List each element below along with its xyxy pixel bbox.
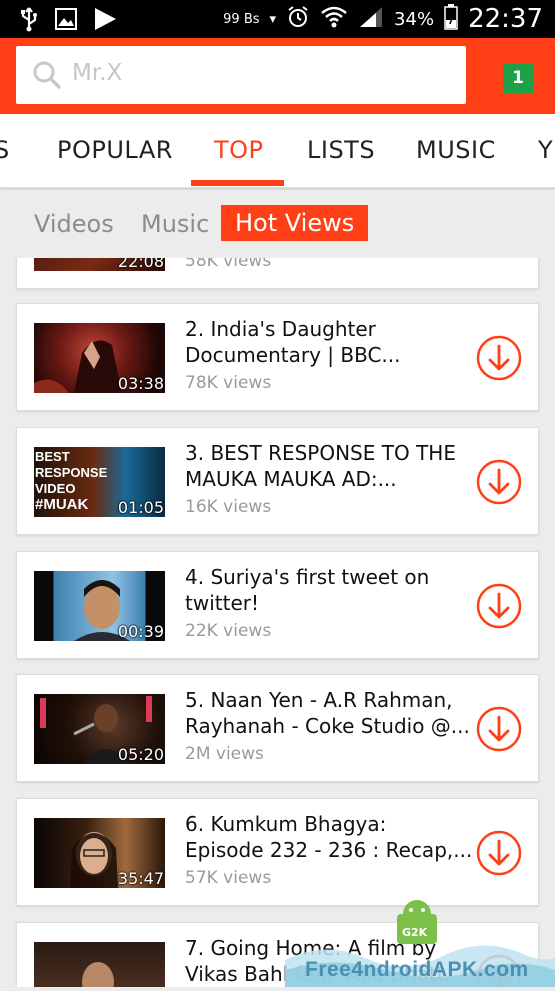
- download-icon[interactable]: [475, 458, 523, 506]
- subtab-videos[interactable]: Videos: [34, 210, 114, 238]
- video-thumbnail[interactable]: 22:08: [34, 258, 165, 271]
- notification-badge[interactable]: 1: [503, 63, 533, 93]
- tab-top[interactable]: TOP: [214, 136, 264, 164]
- video-views: 78K views: [185, 373, 272, 393]
- search-icon: [32, 60, 62, 90]
- video-thumbnail[interactable]: 00:39: [34, 571, 165, 641]
- watermark-badge: G2K: [402, 926, 428, 939]
- download-icon[interactable]: [475, 334, 523, 382]
- dropdown-arrow-icon: ▾: [269, 11, 277, 27]
- video-card[interactable]: BEST RESPONSE VIDEO #MUAK 01:05 3. BEST …: [16, 427, 539, 535]
- wifi-icon: [320, 5, 348, 33]
- tab-lists[interactable]: LISTS: [307, 136, 375, 164]
- video-title[interactable]: 2. India's Daughter Documentary | BBC...: [185, 316, 475, 368]
- video-duration: 00:39: [117, 622, 164, 641]
- video-duration: 01:05: [117, 498, 164, 517]
- battery-percent: 34%: [394, 8, 435, 30]
- video-thumbnail[interactable]: [34, 942, 165, 987]
- usb-icon: [18, 6, 40, 36]
- gallery-icon: [54, 7, 78, 35]
- video-duration: 05:20: [117, 745, 164, 764]
- app-header: Mr.X 1: [0, 38, 555, 114]
- video-title[interactable]: 6. Kumkum Bhagya: Episode 232 - 236 : Re…: [185, 811, 475, 863]
- tab-popular[interactable]: POPULAR: [57, 136, 173, 164]
- play-store-icon: [92, 6, 118, 36]
- video-duration: 35:47: [117, 869, 164, 888]
- alarm-icon: [286, 5, 310, 33]
- tab-partial-left[interactable]: S: [0, 136, 10, 164]
- subtab-music[interactable]: Music: [141, 210, 209, 238]
- network-speed: 99 Bs: [223, 11, 260, 27]
- signal-icon: [358, 5, 384, 33]
- video-thumbnail[interactable]: BEST RESPONSE VIDEO #MUAK 01:05: [34, 447, 165, 517]
- video-views: 58K views: [185, 258, 272, 271]
- video-views: 57K views: [185, 868, 272, 888]
- video-views: 2M views: [185, 744, 264, 764]
- subtab-hot-views[interactable]: Hot Views: [221, 205, 369, 241]
- watermark-text: Free4ndroidAPK.com: [305, 958, 529, 981]
- download-icon[interactable]: [475, 829, 523, 877]
- search-placeholder: Mr.X: [72, 60, 123, 86]
- sub-tabs: Videos Music Hot Views: [0, 190, 555, 258]
- active-tab-indicator: [191, 180, 284, 186]
- video-duration: 22:08: [117, 258, 164, 271]
- category-tabs: S POPULAR TOP LISTS MUSIC Y: [0, 114, 555, 188]
- thumbnail-overlay-text: BEST RESPONSE VIDEO #MUAK: [35, 449, 108, 513]
- tab-partial-right[interactable]: Y: [538, 136, 553, 164]
- video-card[interactable]: 22:08 58K views: [16, 258, 539, 289]
- video-views: 16K views: [185, 497, 272, 517]
- download-icon[interactable]: [475, 582, 523, 630]
- video-title[interactable]: 3. BEST RESPONSE TO THE MAUKA MAUKA AD:.…: [185, 440, 475, 492]
- status-bar: 99 Bs ▾ 34% 22:37: [0, 0, 555, 38]
- download-icon[interactable]: [475, 705, 523, 753]
- video-card[interactable]: 00:39 4. Suriya's first tweet on twitter…: [16, 551, 539, 659]
- video-title[interactable]: 4. Suriya's first tweet on twitter!: [185, 564, 475, 616]
- video-thumbnail[interactable]: 03:38: [34, 323, 165, 393]
- video-duration: 03:38: [117, 374, 164, 393]
- video-card[interactable]: 03:38 2. India's Daughter Documentary | …: [16, 303, 539, 411]
- search-input[interactable]: Mr.X: [16, 46, 466, 104]
- video-thumbnail[interactable]: 35:47: [34, 818, 165, 888]
- battery-icon: [444, 4, 458, 34]
- video-title[interactable]: 5. Naan Yen - A.R Rahman, Rayhanah - Cok…: [185, 687, 475, 739]
- video-thumbnail[interactable]: 05:20: [34, 694, 165, 764]
- watermark: G2K Free4ndroidAPK.com: [285, 900, 555, 987]
- video-views: 22K views: [185, 621, 272, 641]
- clock: 22:37: [468, 4, 543, 34]
- video-card[interactable]: 05:20 5. Naan Yen - A.R Rahman, Rayhanah…: [16, 674, 539, 782]
- video-card[interactable]: 35:47 6. Kumkum Bhagya: Episode 232 - 23…: [16, 798, 539, 906]
- tab-music[interactable]: MUSIC: [416, 136, 496, 164]
- video-list[interactable]: 22:08 58K views 03:38 2. India's Daughte…: [0, 258, 555, 987]
